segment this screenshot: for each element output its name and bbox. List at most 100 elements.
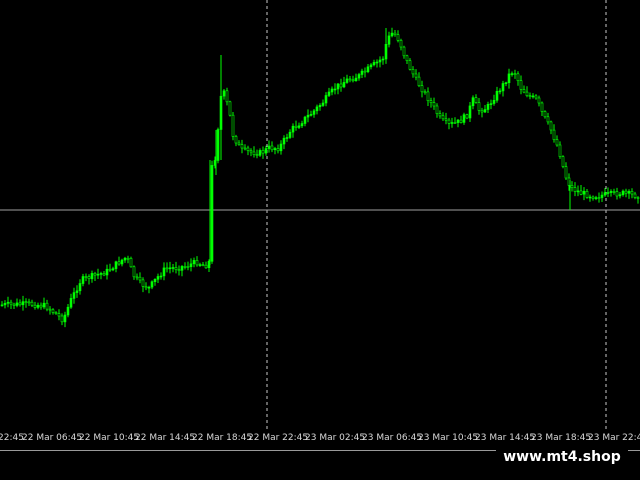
candle-body [597,197,601,199]
candle-body [195,260,199,266]
candle-body [279,143,283,152]
candlestick-chart[interactable] [0,0,640,432]
candle-body [153,278,157,282]
candle-body [624,190,628,194]
candle-body [237,142,241,145]
watermark-label: www.mt4.shop [496,444,628,470]
candle-body [441,115,445,120]
candle-body [351,79,355,82]
candle-body [141,279,145,287]
price-chart[interactable] [0,0,640,432]
candle-body [183,266,187,268]
time-tick-label: 22 Mar 18:45 [192,433,253,443]
candle-body [120,259,124,265]
candle-body [75,290,79,293]
candle-body [423,91,427,94]
candle-body [171,267,175,269]
time-tick-label: 22 Mar 22:45 [248,433,309,443]
candle-body [330,88,334,93]
candle-body [474,97,478,103]
candle-body [402,46,406,57]
candle-body [429,100,433,103]
candle-body [360,70,364,75]
candle-body [228,101,232,116]
candle-body [63,314,67,323]
candle-body [549,121,553,131]
candle-body [414,73,418,78]
time-tick-label: 23 Mar 14:45 [475,433,536,443]
candle-body [543,111,547,118]
candle-body [138,276,142,281]
candle-body [339,83,343,88]
candle-body [585,191,589,198]
candle-body [39,304,43,308]
candle-body [42,302,46,308]
candle-body [210,165,214,262]
candle-body [51,309,55,313]
candle-body [261,150,265,154]
candle-body [435,105,439,114]
candle-body [615,191,619,197]
candle-body [603,192,607,196]
candle-body [468,105,472,119]
candle-body [534,95,538,99]
candle-body [444,118,448,121]
candle-body [606,192,610,194]
candle-body [486,104,490,110]
candle-body [477,102,481,111]
time-tick-label: 22 Mar 06:45 [22,433,83,443]
candle-body [378,59,382,63]
candle-body [513,73,517,75]
candle-body [627,191,631,194]
candle-body [579,190,583,195]
candle-body [9,301,13,305]
candle-body [504,82,508,84]
candle-body [333,88,337,91]
candle-body [510,73,514,75]
candle-body [18,302,22,306]
candle-body [570,185,574,188]
candle-body [393,32,397,35]
candle-body [495,91,499,101]
candle-body [561,156,565,167]
candle-body [150,281,154,288]
candle-body [288,131,292,138]
time-tick-label: 22 Mar 10:45 [79,433,140,443]
candle-body [519,80,523,90]
candle-body [420,85,424,93]
candle-body [57,313,61,317]
candle-body [546,116,550,123]
candle-body [612,191,616,193]
candle-body [174,267,178,271]
candle-body [408,60,412,70]
candle-body [156,276,160,280]
candle-body [315,106,319,112]
candle-body [462,114,466,123]
candle-body [531,95,535,98]
candle-body [537,97,541,104]
candle-body [411,69,415,75]
candle-body [573,187,577,192]
candle-body [258,150,262,156]
candle-body [24,301,28,303]
candle-body [588,196,592,199]
candle-body [12,303,16,306]
candle-body [630,191,634,195]
candle-body [318,105,322,108]
candle-body [198,264,202,266]
candle-body [348,78,352,81]
time-tick-label: 23 Mar 06:45 [362,433,423,443]
candle-body [456,119,460,123]
candle-body [369,64,373,68]
candle-body [387,35,391,45]
candle-body [81,276,85,284]
candle-body [390,32,394,37]
candle-body [246,147,250,151]
grid-lines [0,0,640,432]
candle-body [297,125,301,128]
candle-body [0,304,4,307]
candle-body [522,89,526,93]
candle-body [186,266,190,268]
candle-body [165,267,169,270]
candle-body [54,312,58,315]
